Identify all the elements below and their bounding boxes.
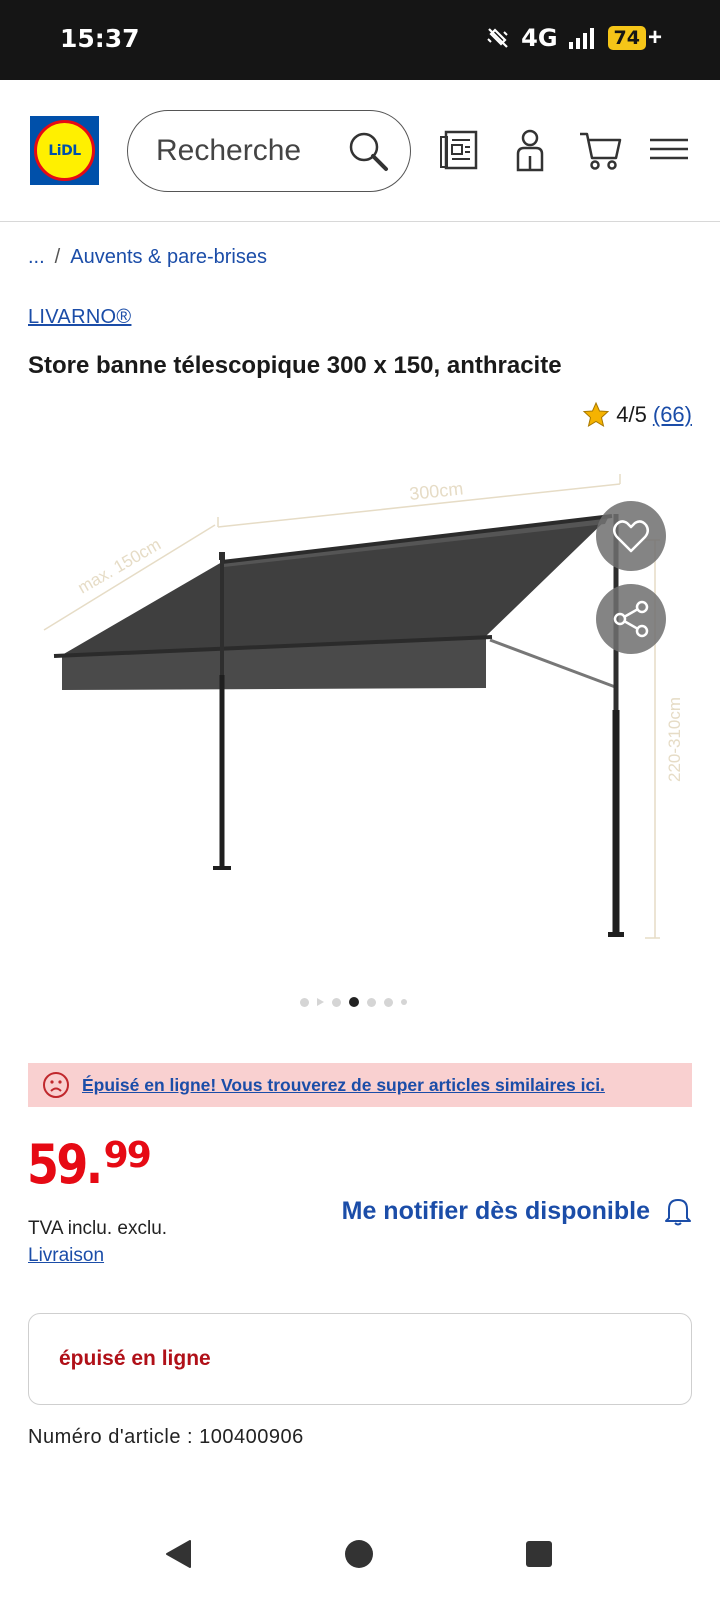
product-rating[interactable]: 4/5 (66) (582, 401, 692, 429)
recents-icon[interactable] (524, 1539, 554, 1569)
rating-score: 4/5 (616, 402, 647, 427)
favorite-button[interactable] (596, 501, 666, 571)
vibrate-off-icon (487, 28, 508, 48)
width-label: 300cm (408, 478, 464, 504)
signal-icon (568, 28, 594, 49)
battery-indicator: 74 + (607, 24, 662, 52)
star-icon (583, 401, 610, 428)
leaflet-icon[interactable] (438, 128, 482, 172)
notify-button[interactable]: Me notifier dès disponible (342, 1196, 692, 1226)
out-of-stock-alert[interactable]: Épuisé en ligne! Vous trouverez de super… (28, 1063, 692, 1107)
heart-icon (613, 520, 649, 553)
search-placeholder: Recherche (156, 134, 302, 167)
system-nav-bar (0, 1525, 720, 1600)
price: 59. 99 (27, 1133, 152, 1196)
gallery-dot[interactable] (300, 997, 309, 1007)
product-title: Store banne télescopique 300 x 150, anth… (28, 352, 562, 379)
article-number: Numéro d'article : 100400906 (28, 1426, 304, 1448)
home-icon[interactable] (344, 1539, 374, 1569)
height-label: 220-310cm (665, 697, 684, 782)
delivery-link[interactable]: Livraison (28, 1245, 104, 1267)
status-bar: 15:37 4G 74 + (0, 0, 720, 80)
gallery-video-dot[interactable] (317, 998, 324, 1006)
notify-label: Me notifier dès disponible (341, 1196, 650, 1225)
logo-circle: LiDL (34, 120, 95, 181)
stock-status: épuisé en ligne (59, 1347, 211, 1370)
search-input[interactable]: Recherche (127, 110, 411, 192)
lidl-logo[interactable]: LiDL (30, 116, 99, 185)
gallery-dot[interactable] (384, 997, 393, 1007)
breadcrumb-category[interactable]: Auvents & pare-brises (70, 246, 267, 269)
price-decimal: 99 (103, 1135, 152, 1176)
alert-text[interactable]: Épuisé en ligne! Vous trouverez de super… (82, 1075, 605, 1096)
network-type: 4G (521, 24, 558, 52)
sad-face-icon (43, 1072, 69, 1098)
gallery-dot[interactable] (401, 999, 407, 1005)
logo-text: LiDL (48, 142, 81, 159)
brand-link[interactable]: LIVARNO® (28, 306, 131, 329)
menu-icon[interactable] (648, 128, 692, 172)
breadcrumb: ... / Auvents & pare-brises (28, 246, 267, 269)
status-time: 15:37 (60, 24, 140, 53)
breadcrumb-ellipsis[interactable]: ... (28, 246, 45, 269)
vat-info: TVA inclu. exclu. (28, 1218, 168, 1239)
share-button[interactable] (596, 584, 666, 654)
share-icon (613, 600, 649, 638)
price-integer: 59. (27, 1133, 103, 1196)
status-icons: 4G 74 + (485, 24, 662, 52)
gallery-dot[interactable] (367, 997, 376, 1007)
back-icon[interactable] (164, 1539, 194, 1569)
gallery-dot-active[interactable] (349, 997, 359, 1007)
gallery-pagination (300, 997, 407, 1007)
site-header: LiDL Recherche (0, 80, 720, 222)
gallery-dot[interactable] (332, 997, 341, 1007)
rating-count[interactable]: (66) (653, 402, 692, 428)
battery-charging: + (647, 24, 662, 51)
account-icon[interactable] (508, 128, 552, 172)
depth-label: max. 150cm (75, 535, 165, 598)
awning-canopy (62, 518, 608, 655)
battery-level: 74 (607, 26, 646, 50)
stock-status-box: épuisé en ligne (28, 1313, 692, 1405)
breadcrumb-separator: / (54, 246, 61, 268)
bell-icon (665, 1199, 691, 1226)
search-icon[interactable] (346, 129, 390, 173)
cart-icon[interactable] (578, 128, 622, 172)
